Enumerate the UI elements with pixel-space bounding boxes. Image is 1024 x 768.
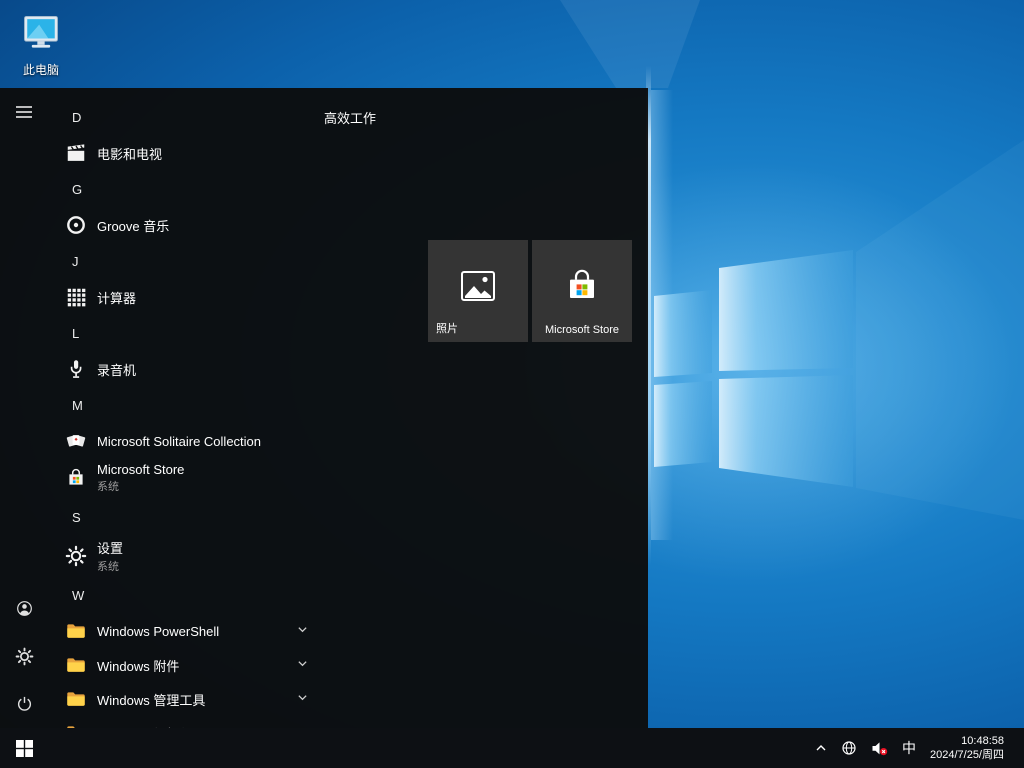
app-row-movies-tv[interactable]: 电影和电视 <box>48 136 324 170</box>
letter-header-s[interactable]: S <box>48 498 324 536</box>
power-button[interactable] <box>0 680 48 728</box>
app-label: 电影和电视 <box>97 144 162 163</box>
tile-label: Microsoft Store <box>532 324 632 336</box>
account-button[interactable] <box>0 584 48 632</box>
app-label: Groove 音乐 <box>97 216 169 235</box>
letter-header-g[interactable]: G <box>48 170 324 208</box>
letter-header-l[interactable]: L <box>48 314 324 352</box>
user-icon <box>15 599 34 618</box>
app-row-windows-admin-tools[interactable]: Windows 管理工具 <box>48 682 324 716</box>
app-subtitle: 系统 <box>97 478 184 494</box>
system-tray: 中 10:48:58 2024/7/25/周四 <box>815 728 1024 768</box>
movies-tv-icon <box>64 141 88 165</box>
app-row-groove[interactable]: Groove 音乐 <box>48 208 324 242</box>
letter-header-w[interactable]: W <box>48 576 324 614</box>
start-menu: D 电影和电视 G G <box>0 88 648 728</box>
folder-icon <box>64 687 88 711</box>
tile-microsoft-store[interactable]: Microsoft Store <box>532 240 632 342</box>
store-icon <box>64 466 88 490</box>
tiles-pane: 高效工作 照片 <box>324 88 648 728</box>
chevron-down-icon[interactable] <box>297 622 308 640</box>
ime-indicator[interactable]: 中 <box>902 738 916 758</box>
chevron-up-icon <box>815 743 827 753</box>
folder-icon <box>64 721 88 728</box>
app-label: 计算器 <box>97 288 136 307</box>
power-icon <box>15 695 34 714</box>
app-label: Windows 管理工具 <box>97 690 205 709</box>
letter-header-j[interactable]: J <box>48 242 324 280</box>
chevron-down-icon[interactable] <box>297 690 308 708</box>
chevron-down-icon[interactable] <box>297 656 308 674</box>
expand-menu-button[interactable] <box>0 88 48 136</box>
app-row-windows-accessories[interactable]: Windows 附件 <box>48 648 324 682</box>
clock-time: 10:48:58 <box>961 735 1004 747</box>
app-row-windows-powershell[interactable]: Windows PowerShell <box>48 614 324 648</box>
app-row-windows-ease-of-access[interactable]: Windows 轻松使用 <box>48 716 324 728</box>
folder-icon <box>64 619 88 643</box>
calculator-icon <box>64 285 88 309</box>
groove-music-icon <box>64 213 88 237</box>
app-row-settings[interactable]: 设置 系统 <box>48 536 324 576</box>
solitaire-icon <box>64 429 88 453</box>
store-bag-icon <box>562 266 602 311</box>
gear-icon <box>15 647 34 666</box>
tray-overflow-button[interactable] <box>815 743 827 753</box>
globe-network-icon <box>841 740 857 756</box>
settings-gear-icon <box>64 544 88 568</box>
screen: 此电脑 <box>0 0 1024 768</box>
app-label: 录音机 <box>97 360 136 379</box>
app-row-calculator[interactable]: 计算器 <box>48 280 324 314</box>
folder-icon <box>64 653 88 677</box>
taskbar: 中 10:48:58 2024/7/25/周四 <box>0 728 1024 768</box>
letter-header-m[interactable]: M <box>48 386 324 424</box>
tile-grid: 照片 Microsoft Store <box>428 240 632 342</box>
taskbar-clock[interactable]: 10:48:58 2024/7/25/周四 <box>930 734 1004 762</box>
app-subtitle: 系统 <box>97 558 123 574</box>
desktop-icon-label: 此电脑 <box>12 61 70 78</box>
letter-header-d[interactable]: D <box>48 98 324 136</box>
app-label: 设置 <box>97 538 123 557</box>
app-row-voice-recorder[interactable]: 录音机 <box>48 352 324 386</box>
app-list: D 电影和电视 G G <box>48 88 324 728</box>
hamburger-icon <box>16 105 32 119</box>
app-row-microsoft-store[interactable]: Microsoft Store 系统 <box>48 458 324 498</box>
volume-button[interactable] <box>871 741 888 756</box>
tile-group-title[interactable]: 高效工作 <box>324 108 376 127</box>
photos-icon <box>458 266 498 311</box>
desktop-icon-this-pc[interactable]: 此电脑 <box>12 10 70 78</box>
settings-button[interactable] <box>0 632 48 680</box>
network-status-button[interactable] <box>841 740 857 756</box>
start-button[interactable] <box>0 728 48 768</box>
clock-date: 2024/7/25/周四 <box>930 749 1004 761</box>
app-label: Windows PowerShell <box>97 624 219 639</box>
rail-bottom <box>0 584 48 728</box>
app-row-solitaire[interactable]: Microsoft Solitaire Collection <box>48 424 324 458</box>
tile-photos[interactable]: 照片 <box>428 240 528 342</box>
windows-logo-icon <box>16 740 33 757</box>
app-label: Microsoft Store <box>97 462 184 477</box>
app-label: Windows 附件 <box>97 656 179 675</box>
app-label: Microsoft Solitaire Collection <box>97 434 261 449</box>
speaker-muted-icon <box>871 741 888 756</box>
start-rail <box>0 88 48 728</box>
tile-label: 照片 <box>436 320 458 336</box>
microphone-icon <box>64 357 88 381</box>
this-pc-icon <box>19 10 63 54</box>
